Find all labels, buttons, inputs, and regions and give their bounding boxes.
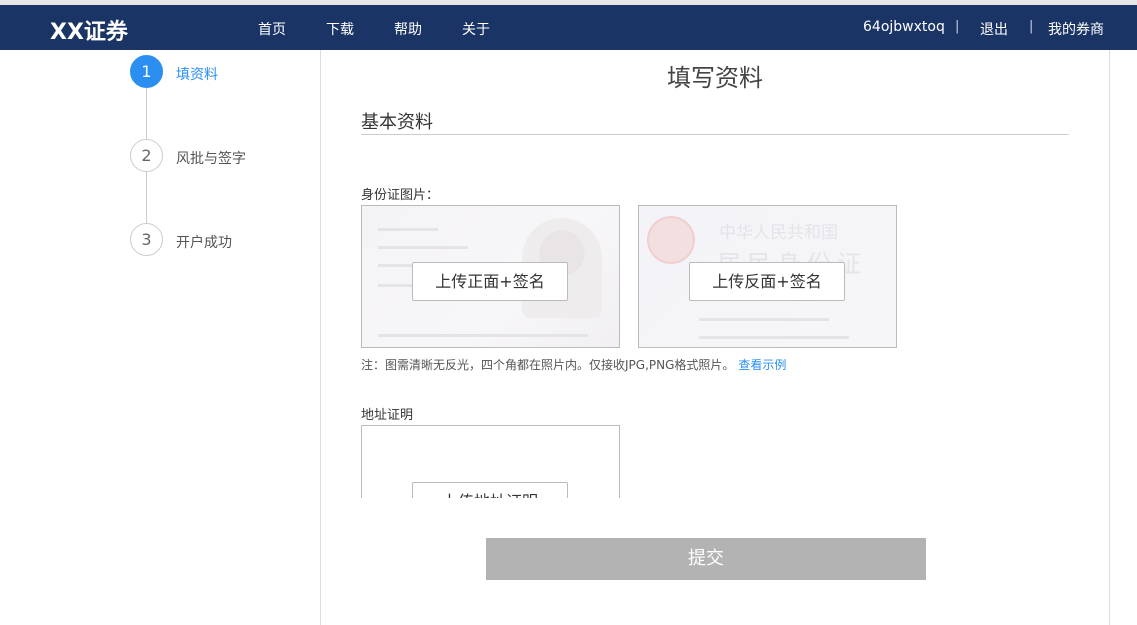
nav-separator: | [1029,19,1034,34]
view-example-link[interactable]: 查看示例 [738,358,786,372]
main-panel: 填写资料 基本资料 身份证图片： 上传正面+签名 中华人民共和国 居民身份证 上… [320,50,1110,625]
id-back-upload[interactable]: 中华人民共和国 居民身份证 上传反面+签名 [638,205,897,348]
upload-note: 注：图需清晰无反光，四个角都在照片内。仅接收JPG,PNG格式照片。 查看示例 [361,356,786,373]
submit-button[interactable]: 提交 [486,538,926,580]
upload-address-button[interactable]: 上传地址证明 [412,482,568,498]
step-3-circle: 3 [130,223,163,256]
id-photo-label: 身份证图片： [361,188,440,203]
step-2-circle: 2 [130,139,163,172]
upload-front-button[interactable]: 上传正面+签名 [412,262,568,301]
address-proof-upload[interactable]: 上传地址证明 [361,425,620,498]
nav-help[interactable]: 帮助 [394,19,422,39]
section-divider [361,134,1069,135]
navbar: XX证券 首页 下载 帮助 关于 64ojbwxtoq | 退出 | 我的券商 [0,5,1137,50]
logout-link[interactable]: 退出 [980,19,1008,39]
nav-home[interactable]: 首页 [258,19,286,39]
step-progress: 1 填资料 2 风批与签字 3 开户成功 [0,50,320,625]
nav-download[interactable]: 下载 [326,19,354,39]
step-2-label: 风批与签字 [176,151,246,167]
logo[interactable]: XX证券 [50,14,128,46]
card-back-title: 中华人民共和国 [719,223,838,243]
upload-note-text: 注：图需清晰无反光，四个角都在照片内。仅接收JPG,PNG格式照片。 [361,358,735,372]
my-broker-link[interactable]: 我的券商 [1048,19,1104,39]
step-3-label: 开户成功 [176,235,232,251]
upload-back-button[interactable]: 上传反面+签名 [689,262,845,301]
national-emblem-icon [647,216,695,264]
nav-separator: | [955,19,960,34]
nav-about[interactable]: 关于 [462,19,490,39]
step-1-label: 填资料 [176,67,218,83]
page-title: 填写资料 [667,64,763,92]
username[interactable]: 64ojbwxtoq [863,19,945,35]
id-front-upload[interactable]: 上传正面+签名 [361,205,620,348]
section-title: 基本资料 [361,112,433,133]
step-connector [146,88,147,142]
step-connector [146,172,147,226]
step-1-circle: 1 [130,55,163,88]
address-proof-label: 地址证明 [361,408,414,423]
